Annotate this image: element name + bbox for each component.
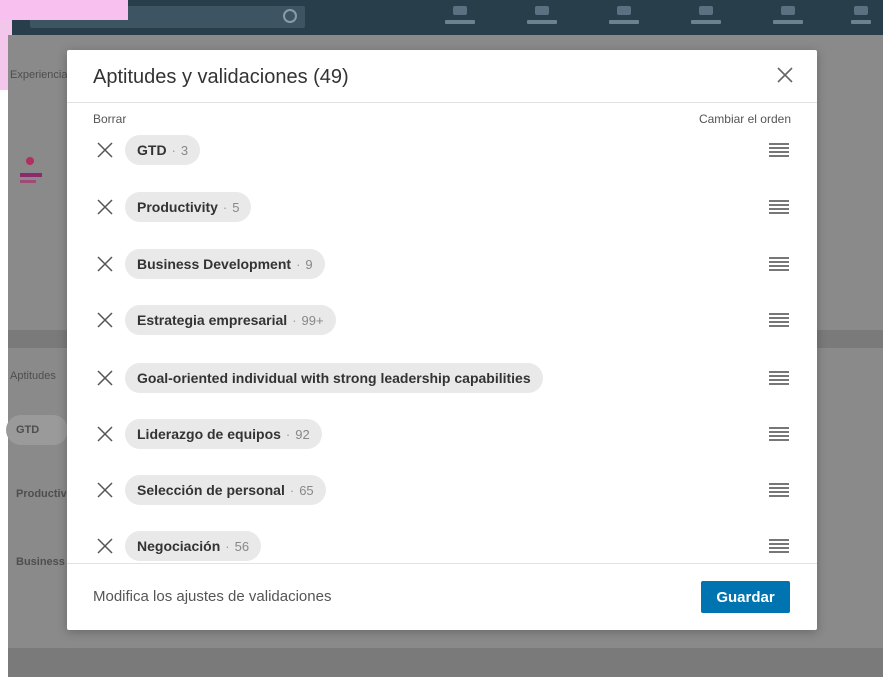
- modal-header: Aptitudes y validaciones (49): [67, 50, 817, 103]
- remove-x-icon[interactable]: [95, 368, 115, 388]
- skill-row: Goal-oriented individual with strong lea…: [67, 361, 817, 395]
- skill-separator: ·: [285, 426, 291, 442]
- remove-x-icon[interactable]: [95, 536, 115, 556]
- endorsement-count: 65: [299, 482, 314, 498]
- skill-pill[interactable]: Selección de personal · 65: [125, 475, 326, 505]
- close-icon[interactable]: [775, 65, 795, 85]
- background-skill-label: Productivity: [16, 488, 66, 500]
- endorsement-count: 3: [180, 142, 189, 158]
- skill-separator: ·: [292, 312, 297, 328]
- experience-heading: Experiencia: [10, 69, 68, 81]
- remove-x-icon[interactable]: [95, 310, 115, 330]
- endorsement-count: 92: [295, 426, 310, 442]
- remove-x-icon[interactable]: [95, 424, 115, 444]
- remove-x-icon[interactable]: [95, 140, 115, 160]
- nav-item-jobs[interactable]: [604, 6, 644, 30]
- skill-row: Productivity · 5: [67, 190, 817, 224]
- endorsement-settings-link[interactable]: Modifica los ajustes de validaciones: [93, 588, 331, 605]
- skill-row: Estrategia empresarial · 99+: [67, 303, 817, 337]
- skill-separator: ·: [225, 538, 230, 554]
- skill-separator: ·: [289, 482, 295, 498]
- drag-handle-icon[interactable]: [769, 313, 789, 327]
- skill-row: Business Development · 9: [67, 247, 817, 281]
- remove-x-icon[interactable]: [95, 480, 115, 500]
- nav-item-home[interactable]: [440, 6, 480, 30]
- skill-name: Liderazgo de equipos: [137, 426, 281, 442]
- remove-column-label: Borrar: [93, 112, 127, 126]
- remove-x-icon[interactable]: [95, 254, 115, 274]
- skill-pill[interactable]: Negociación · 56: [125, 531, 262, 561]
- drag-handle-icon[interactable]: [769, 371, 789, 385]
- skill-name: Productivity: [137, 199, 218, 215]
- endorsement-count: 9: [305, 256, 313, 272]
- skill-pill[interactable]: Estrategia empresarial · 99+: [125, 305, 336, 335]
- skill-row: GTD · 3: [67, 133, 817, 167]
- skill-name: Negociación: [137, 538, 221, 554]
- company-logo: [20, 157, 42, 199]
- skill-row: Selección de personal · 65: [67, 473, 817, 507]
- skill-name: GTD: [137, 142, 167, 158]
- drag-handle-icon[interactable]: [769, 200, 789, 214]
- search-icon: [283, 9, 297, 23]
- skills-modal: Aptitudes y validaciones (49) Borrar Cam…: [67, 50, 817, 630]
- skills-list: GTD · 3 Productivity · 5 Business Develo…: [67, 127, 817, 562]
- skills-heading: Aptitudes: [10, 370, 56, 382]
- endorsement-count: 56: [234, 538, 250, 554]
- background-skill-label: Business Development: [16, 556, 66, 568]
- endorsement-count: 5: [232, 199, 240, 215]
- endorsement-count: 99+: [301, 312, 324, 328]
- skill-pill[interactable]: Liderazgo de equipos · 92: [125, 419, 322, 449]
- reorder-column-label: Cambiar el orden: [698, 112, 791, 126]
- skill-name: Business Development: [137, 256, 292, 272]
- skill-pill[interactable]: Goal-oriented individual with strong lea…: [125, 363, 543, 393]
- decorative-corner: [0, 0, 128, 20]
- background-skill-label: GTD: [16, 424, 40, 436]
- skill-name: Selección de personal: [137, 482, 285, 498]
- skill-name: Goal-oriented individual with strong lea…: [137, 370, 531, 386]
- nav-item-me[interactable]: [846, 6, 876, 30]
- nav-item-network[interactable]: [522, 6, 562, 30]
- skill-pill[interactable]: Productivity · 5: [125, 192, 252, 222]
- skill-separator: ·: [171, 142, 176, 158]
- drag-handle-icon[interactable]: [769, 483, 789, 497]
- skill-separator: ·: [222, 199, 228, 215]
- drag-handle-icon[interactable]: [769, 539, 789, 553]
- modal-footer: Modifica los ajustes de validaciones Gua…: [67, 563, 817, 631]
- top-navigation-bar: [0, 0, 883, 35]
- skill-row: Liderazgo de equipos · 92: [67, 417, 817, 451]
- drag-handle-icon[interactable]: [769, 257, 789, 271]
- skill-pill[interactable]: GTD · 3: [125, 135, 201, 165]
- nav-item-notifications[interactable]: [768, 6, 808, 30]
- drag-handle-icon[interactable]: [769, 427, 789, 441]
- skill-name: Estrategia empresarial: [137, 312, 288, 328]
- save-button[interactable]: Guardar: [701, 581, 790, 613]
- modal-title: Aptitudes y validaciones (49): [93, 66, 349, 88]
- nav-item-messages[interactable]: [686, 6, 726, 30]
- remove-x-icon[interactable]: [95, 197, 115, 217]
- skill-separator: ·: [296, 256, 301, 272]
- skill-row: Negociación · 56: [67, 529, 817, 562]
- skill-pill[interactable]: Business Development · 9: [125, 249, 325, 279]
- drag-handle-icon[interactable]: [769, 143, 789, 157]
